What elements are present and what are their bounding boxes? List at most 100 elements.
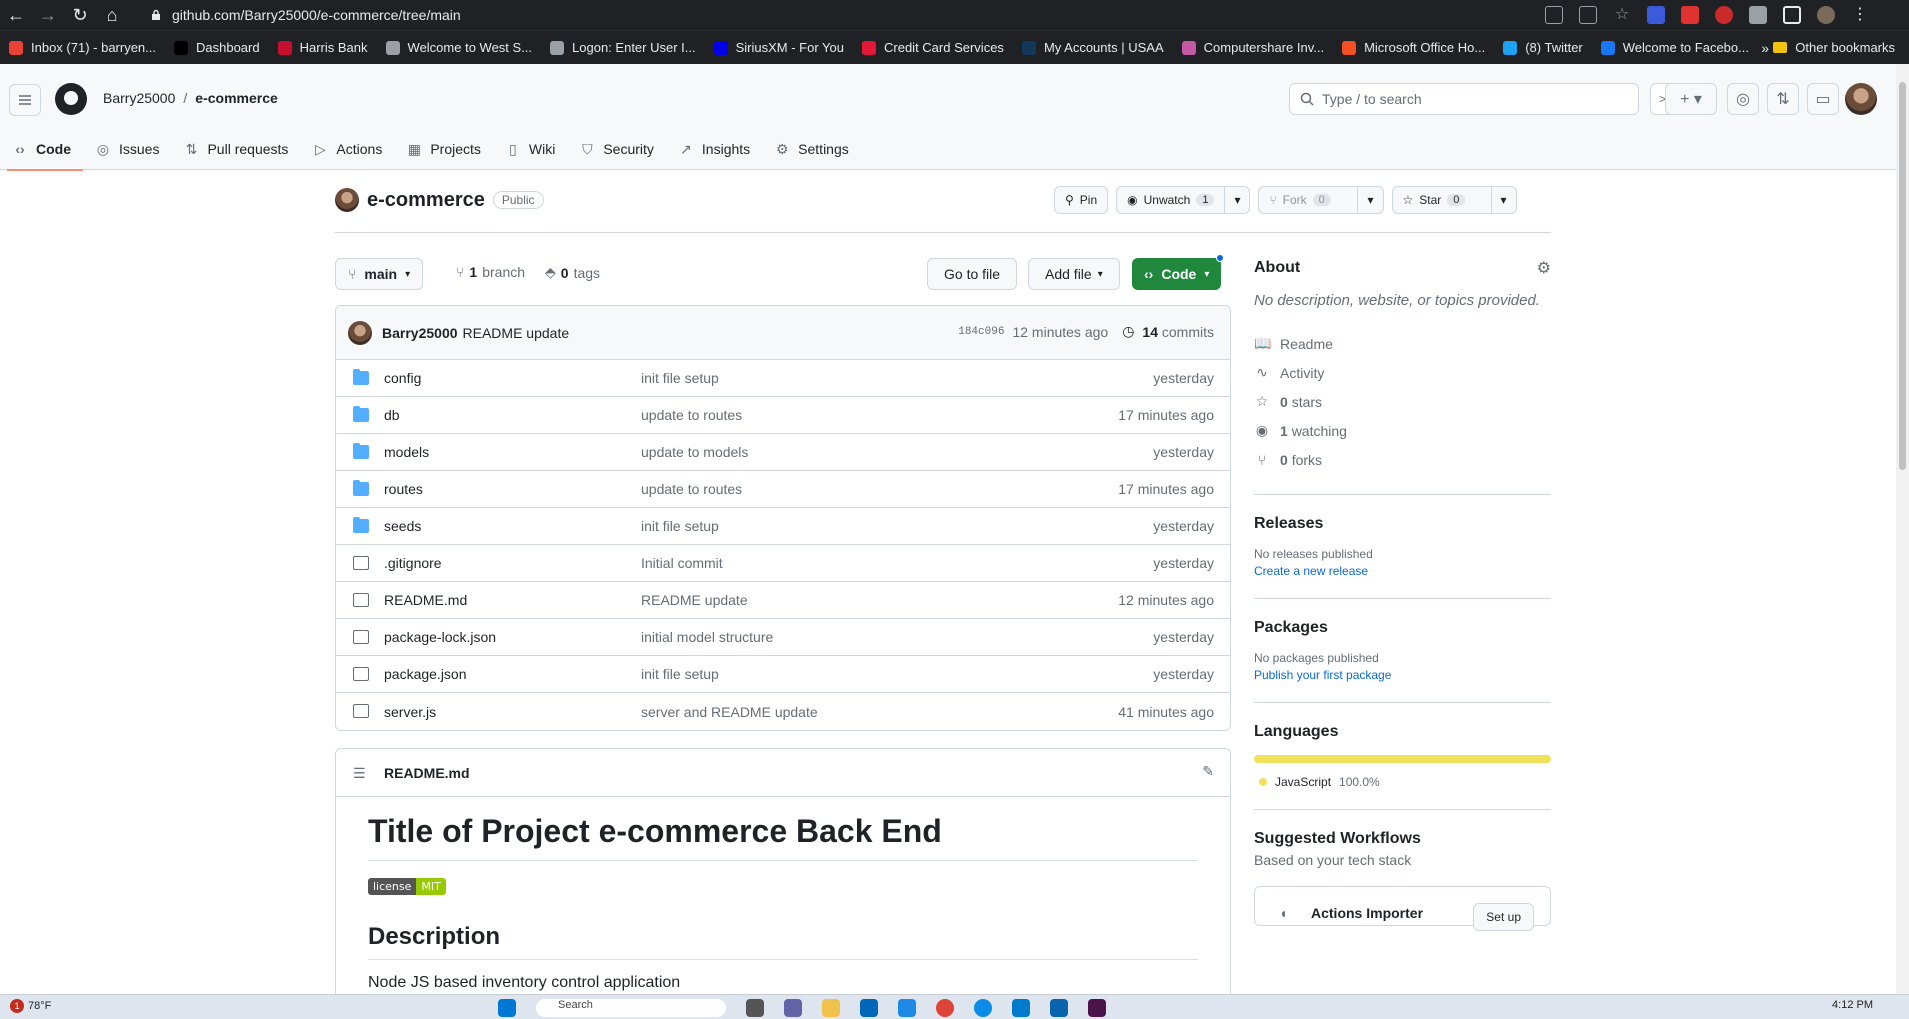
taskbar-search[interactable]: Search — [536, 999, 726, 1017]
store-icon[interactable] — [860, 999, 878, 1017]
bookmark-item[interactable]: Harris Bank — [269, 40, 377, 55]
table-row[interactable]: routes update to routes 17 minutes ago — [336, 471, 1230, 508]
repo-name[interactable]: e-commerce — [367, 189, 485, 212]
edge-icon[interactable] — [974, 999, 992, 1017]
table-row[interactable]: package.json init file setup yesterday — [336, 656, 1230, 693]
edit-pencil-icon[interactable]: ✎ — [1202, 763, 1214, 780]
file-name[interactable]: server.js — [384, 704, 436, 720]
file-name[interactable]: config — [384, 370, 421, 386]
bookmark-item[interactable]: Logon: Enter User I... — [541, 40, 705, 55]
file-commit-message[interactable]: Initial commit — [641, 555, 723, 571]
app-icon[interactable] — [898, 999, 916, 1017]
about-link-Readme[interactable]: 📖 Readme — [1254, 329, 1551, 358]
file-name[interactable]: db — [384, 407, 400, 423]
tab-settings[interactable]: ⚙ Settings — [762, 128, 861, 170]
tab-security[interactable]: ⛉ Security — [567, 128, 666, 170]
bookmark-item[interactable]: My Accounts | USAA — [1013, 40, 1173, 55]
file-commit-message[interactable]: initial model structure — [641, 629, 773, 645]
file-commit-message[interactable]: README update — [641, 592, 748, 608]
file-commit-message[interactable]: init file setup — [641, 666, 719, 682]
table-row[interactable]: .gitignore Initial commit yesterday — [336, 545, 1230, 582]
file-commit-message[interactable]: update to models — [641, 444, 748, 460]
tab-projects[interactable]: ▦ Projects — [394, 128, 493, 170]
commits-link[interactable]: 14 commits — [1142, 324, 1214, 340]
commit-author[interactable]: Barry25000 — [382, 325, 458, 341]
bookmark-item[interactable]: Microsoft Office Ho... — [1333, 40, 1494, 55]
unwatch-button[interactable]: ◉ Unwatch 1 — [1116, 186, 1226, 214]
commit-sha[interactable]: 184c096 — [958, 326, 1004, 338]
pin-button[interactable]: ⚲ Pin — [1054, 186, 1109, 214]
file-name[interactable]: models — [384, 444, 429, 460]
outline-list-icon[interactable]: ☰ — [353, 765, 366, 782]
fork-dropdown[interactable]: ▾ — [1358, 186, 1384, 214]
commit-author-avatar[interactable] — [348, 320, 372, 345]
hamburger-menu-icon[interactable] — [9, 84, 41, 116]
extension-2-icon[interactable] — [1681, 6, 1699, 24]
language-item[interactable]: JavaScript 100.0% — [1254, 775, 1551, 789]
share-icon[interactable] — [1579, 6, 1597, 24]
gear-icon[interactable]: ⚙ — [1537, 258, 1551, 278]
teams-icon[interactable] — [784, 999, 802, 1017]
chrome-icon[interactable] — [936, 999, 954, 1017]
readme-filename[interactable]: README.md — [384, 765, 470, 781]
go-to-file-button[interactable]: Go to file — [927, 258, 1018, 290]
address-bar[interactable]: github.com/Barry25000/e-commerce/tree/ma… — [150, 7, 461, 23]
pull-requests-icon[interactable]: ⇅ — [1767, 83, 1799, 115]
packages-title[interactable]: Packages — [1254, 619, 1551, 637]
workflow-setup-button[interactable]: Set up — [1473, 903, 1534, 931]
owner-avatar[interactable] — [335, 188, 359, 212]
create-new-button[interactable]: + ▾ — [1665, 83, 1717, 115]
extension-1-icon[interactable] — [1647, 6, 1665, 24]
file-name[interactable]: routes — [384, 481, 423, 497]
publish-package-link[interactable]: Publish your first package — [1254, 668, 1551, 682]
menu-dots-icon[interactable]: ⋮ — [1851, 6, 1869, 24]
bookmarks-overflow-icon[interactable]: » — [1761, 40, 1769, 56]
home-icon[interactable]: ⌂ — [96, 0, 128, 30]
back-icon[interactable]: ← — [0, 0, 32, 30]
extension-3-icon[interactable] — [1715, 6, 1733, 24]
table-row[interactable]: config init file setup yesterday — [336, 360, 1230, 397]
star-button[interactable]: ☆ Star 0 — [1391, 186, 1492, 214]
fork-button[interactable]: ⑂ Fork 0 — [1258, 186, 1359, 214]
windows-start-icon[interactable] — [498, 999, 516, 1017]
file-name[interactable]: package.json — [384, 666, 467, 682]
about-link-watching[interactable]: ◉ 1 watching — [1254, 416, 1551, 445]
bookmark-item[interactable]: Dashboard — [165, 40, 269, 55]
file-name[interactable]: seeds — [384, 518, 421, 534]
watch-dropdown[interactable]: ▾ — [1225, 186, 1251, 214]
bookmark-item[interactable]: Credit Card Services — [853, 40, 1013, 55]
bookmark-item[interactable]: Welcome to West S... — [377, 40, 542, 55]
bookmark-star-icon[interactable]: ☆ — [1613, 6, 1631, 24]
about-link-forks[interactable]: ⑂ 0 forks — [1254, 445, 1551, 474]
inbox-icon[interactable]: ▭ — [1807, 83, 1839, 115]
file-commit-message[interactable]: update to routes — [641, 481, 742, 497]
vscode-icon[interactable] — [1012, 999, 1030, 1017]
file-commit-message[interactable]: server and README update — [641, 704, 818, 720]
tab-actions[interactable]: ▷ Actions — [300, 128, 394, 170]
user-avatar[interactable] — [1845, 83, 1877, 115]
breadcrumb-repo[interactable]: e-commerce — [195, 90, 278, 106]
file-explorer-icon[interactable] — [822, 999, 840, 1017]
outlook-icon[interactable] — [1050, 999, 1068, 1017]
file-name[interactable]: .gitignore — [384, 555, 442, 571]
add-file-button[interactable]: Add file ▾ — [1028, 258, 1120, 290]
forward-icon[interactable]: → — [32, 0, 64, 30]
about-link-Activity[interactable]: ∿ Activity — [1254, 358, 1551, 387]
table-row[interactable]: models update to models yesterday — [336, 434, 1230, 471]
file-commit-message[interactable]: init file setup — [641, 518, 719, 534]
issues-icon[interactable]: ◎ — [1727, 83, 1759, 115]
branches-link[interactable]: ⑂ 1 branch — [456, 264, 525, 280]
table-row[interactable]: package-lock.json initial model structure… — [336, 619, 1230, 656]
table-row[interactable]: server.js server and README update 41 minu… — [336, 693, 1230, 730]
about-link-stars[interactable]: ☆ 0 stars — [1254, 387, 1551, 416]
tags-link[interactable]: ⬘ 0 tags — [545, 264, 600, 281]
reload-icon[interactable]: ↻ — [64, 0, 96, 30]
page-scrollbar[interactable] — [1896, 64, 1909, 994]
file-commit-message[interactable]: init file setup — [641, 370, 719, 386]
profile-icon[interactable] — [1817, 6, 1835, 24]
github-logo-icon[interactable] — [55, 83, 87, 115]
slack-icon[interactable] — [1088, 999, 1106, 1017]
code-button[interactable]: ‹› Code ▾ — [1132, 254, 1225, 290]
file-commit-message[interactable]: update to routes — [641, 407, 742, 423]
search-input[interactable]: Type / to search >_ — [1289, 83, 1682, 115]
